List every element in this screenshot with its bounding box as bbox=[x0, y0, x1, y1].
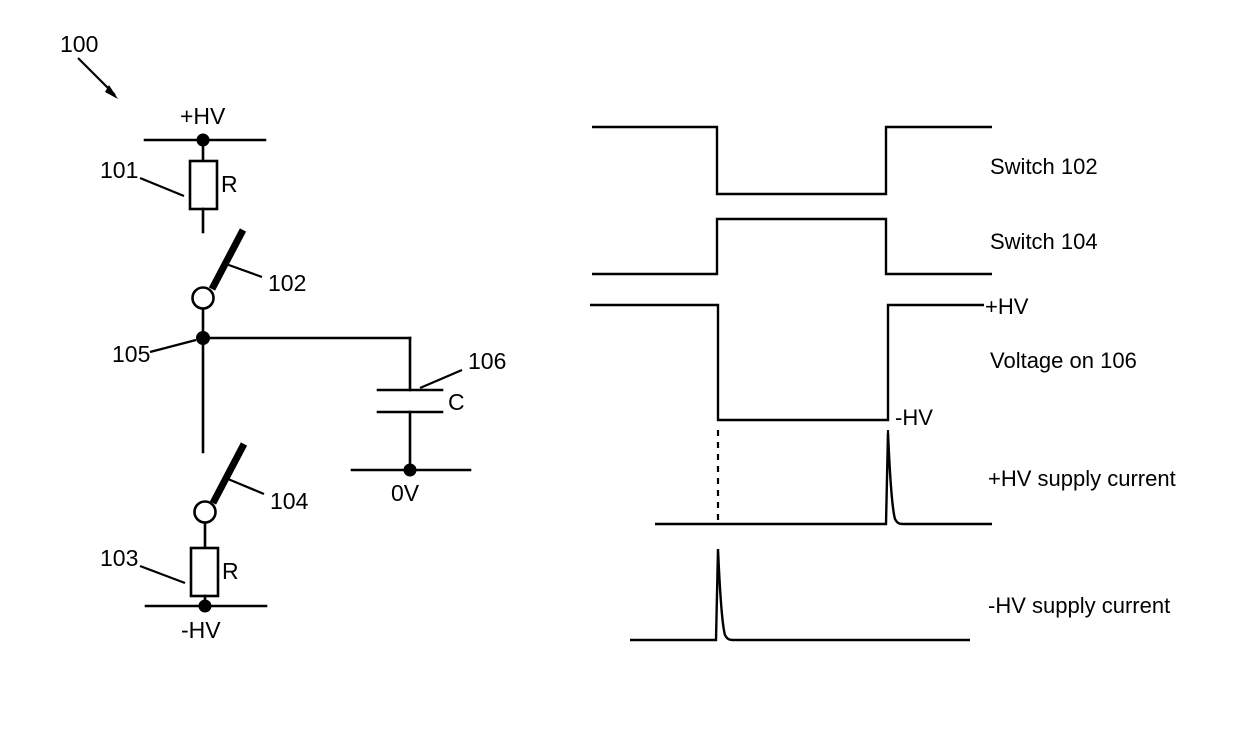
switch-104-ref-label: 104 bbox=[270, 488, 309, 514]
waveform-neg-supply-current: -HV supply current bbox=[630, 548, 1170, 642]
switch-102-pivot-circle bbox=[191, 286, 215, 310]
positive-rail-label: +HV bbox=[180, 103, 226, 129]
alignment-markers bbox=[716, 430, 890, 524]
negative-supply-rail: -HV bbox=[144, 599, 268, 643]
capacitor-106-symbol-label: C bbox=[448, 389, 465, 415]
resistor-103-ref-label: 103 bbox=[100, 545, 138, 571]
waveform-voltage-106-path bbox=[590, 303, 984, 422]
resistor-101: R 101 bbox=[100, 138, 238, 234]
resistor-101-ref-label: 101 bbox=[100, 157, 138, 183]
capacitor-106-ref-label: 106 bbox=[468, 348, 506, 374]
resistor-103-leader bbox=[139, 564, 186, 585]
ground-rail: 0V bbox=[350, 463, 472, 506]
switch-104-leader bbox=[227, 477, 265, 496]
patent-figure: 100 +HV R 101 102 105 C 106 0V 104 R 103… bbox=[0, 0, 1240, 734]
switch-102-leader bbox=[225, 262, 263, 279]
waveform-neg-supply-current-label: -HV supply current bbox=[988, 593, 1170, 618]
waveform-voltage-106-label: Voltage on 106 bbox=[990, 348, 1137, 373]
capacitor-106: C 106 bbox=[376, 336, 506, 472]
capacitor-106-leader bbox=[419, 368, 463, 390]
switch-102: 102 bbox=[191, 228, 306, 340]
resistor-103-body bbox=[189, 546, 220, 598]
node-105-leader bbox=[149, 338, 197, 354]
figure-canvas: 100 +HV R 101 102 105 C 106 0V 104 R 103… bbox=[60, 31, 1176, 643]
negative-rail-label: -HV bbox=[181, 617, 221, 643]
node-105: 105 bbox=[112, 331, 412, 454]
figure-callout-100: 100 bbox=[60, 31, 118, 99]
waveform-voltage-106-high-level-label: +HV bbox=[985, 294, 1029, 319]
negative-rail-node-dot bbox=[198, 599, 212, 613]
waveform-switch-102-label: Switch 102 bbox=[990, 154, 1098, 179]
waveform-switch-102-path bbox=[592, 125, 992, 196]
node-105-ref-label: 105 bbox=[112, 341, 150, 367]
resistor-101-body bbox=[188, 159, 219, 211]
waveform-switch-104-path bbox=[592, 217, 992, 276]
resistor-103: R 103 bbox=[100, 545, 239, 608]
waveform-voltage-106: +HV -HV Voltage on 106 bbox=[590, 294, 1137, 430]
waveform-pos-supply-current-path bbox=[655, 432, 992, 526]
waveform-switch-104: Switch 104 bbox=[592, 217, 1098, 276]
switch-102-ref-label: 102 bbox=[268, 270, 306, 296]
resistor-101-leader bbox=[139, 176, 185, 198]
waveform-switch-102: Switch 102 bbox=[592, 125, 1098, 196]
switch-104-pivot-circle bbox=[193, 500, 217, 524]
ground-rail-node-dot bbox=[403, 463, 417, 477]
resistor-101-symbol-label: R bbox=[221, 171, 238, 197]
switch-102-blade bbox=[208, 228, 247, 291]
waveform-switch-104-label: Switch 104 bbox=[990, 229, 1098, 254]
waveform-pos-supply-current-label: +HV supply current bbox=[988, 466, 1176, 491]
switch-104-blade bbox=[209, 442, 248, 505]
positive-supply-rail: +HV bbox=[143, 103, 267, 147]
figure-number-label: 100 bbox=[60, 31, 98, 57]
waveform-voltage-106-low-level-label: -HV bbox=[895, 405, 933, 430]
waveform-pos-supply-current: +HV supply current bbox=[655, 432, 1176, 526]
switch-104: 104 bbox=[193, 442, 309, 550]
waveform-neg-supply-current-path bbox=[630, 548, 970, 642]
ground-rail-label: 0V bbox=[391, 480, 420, 506]
resistor-103-symbol-label: R bbox=[222, 558, 239, 584]
